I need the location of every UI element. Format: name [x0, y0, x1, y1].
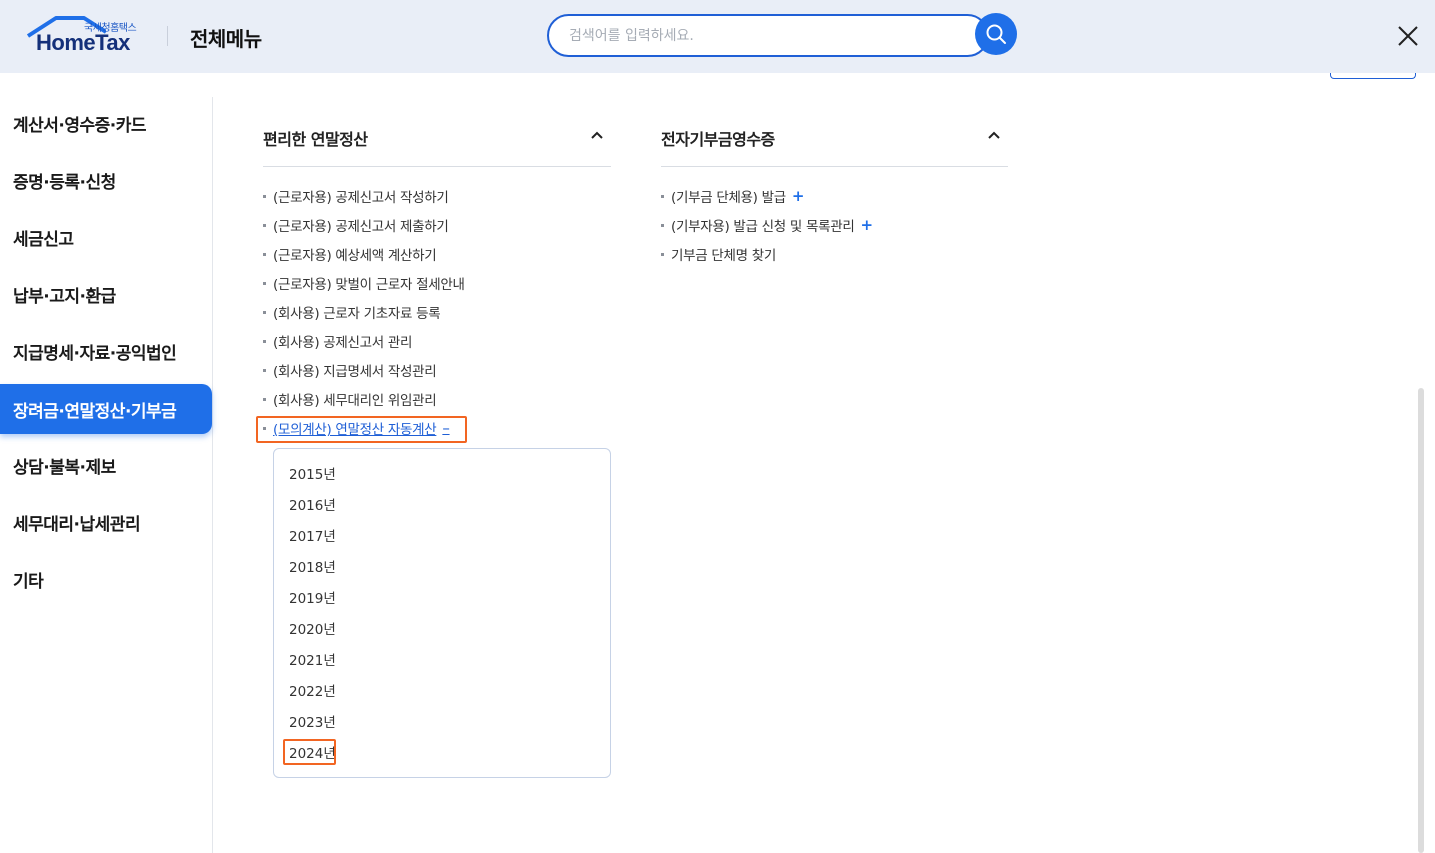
bullet — [661, 252, 664, 256]
menu-item-label: (기부금 단체용) 발급 — [671, 190, 786, 206]
search-input[interactable] — [569, 27, 967, 44]
highlight-box-year — [283, 739, 336, 765]
menu-item-label: (근로자용) 맞벌이 근로자 절세안내 — [273, 277, 465, 293]
menu-item[interactable]: 기부금 단체명 찾기 — [661, 244, 776, 264]
bullet — [263, 368, 266, 372]
year-item[interactable]: 2017년 — [289, 525, 336, 545]
menu-item-label: (모의계산) 연말정산 자동계산 — [273, 422, 437, 438]
bullet — [263, 194, 266, 198]
sidebar-item-tax-return[interactable]: 세금신고 — [0, 212, 212, 262]
search-button[interactable] — [975, 13, 1017, 55]
collapse-toggle[interactable]: – — [442, 419, 450, 437]
menu-item-label: (근로자용) 공제신고서 제출하기 — [273, 219, 449, 235]
sidebar-item-invoice[interactable]: 계산서·영수증·카드 — [0, 98, 212, 148]
page-title: 전체메뉴 — [190, 27, 262, 51]
menu-item[interactable]: (근로자용) 맞벌이 근로자 절세안내 — [263, 273, 465, 293]
section-divider — [263, 166, 611, 167]
year-item[interactable]: 2018년 — [289, 556, 336, 576]
menu-item[interactable]: (기부자용) 발급 신청 및 목록관리 + — [661, 215, 873, 235]
partial-button-edge — [1330, 73, 1416, 79]
year-item[interactable]: 2023년 — [289, 711, 336, 731]
sidebar-item-incentive[interactable]: 장려금·연말정산·기부금 — [0, 384, 212, 434]
menu-item-label: (회사용) 세무대리인 위임관리 — [273, 393, 437, 409]
expand-toggle[interactable]: + — [860, 216, 873, 234]
menu-item[interactable]: (근로자용) 공제신고서 제출하기 — [263, 215, 449, 235]
menu-item-mock-calculation[interactable]: (모의계산) 연말정산 자동계산 – — [263, 418, 450, 438]
bullet — [263, 252, 266, 256]
chevron-up-icon[interactable] — [987, 130, 1001, 140]
bullet — [263, 426, 266, 430]
close-button[interactable] — [1396, 24, 1420, 48]
menu-item[interactable]: (근로자용) 공제신고서 작성하기 — [263, 186, 449, 206]
bullet — [661, 194, 664, 198]
menu-item-label: (기부자용) 발급 신청 및 목록관리 — [671, 219, 855, 235]
section-title-donation: 전자기부금영수증 — [661, 130, 775, 149]
bullet — [263, 310, 266, 314]
scrollbar-thumb[interactable] — [1418, 388, 1424, 853]
bullet — [263, 397, 266, 401]
header: 국세청홈택스 HomeTax 전체메뉴 — [0, 0, 1435, 73]
logo-brand: HomeTax — [36, 30, 130, 55]
menu-item[interactable]: (회사용) 근로자 기초자료 등록 — [263, 302, 441, 322]
menu-item[interactable]: (기부금 단체용) 발급 + — [661, 186, 804, 206]
sidebar-item-payment[interactable]: 납부·고지·환급 — [0, 269, 212, 319]
year-item[interactable]: 2020년 — [289, 618, 336, 638]
year-item[interactable]: 2021년 — [289, 649, 336, 669]
sidebar-item-statement[interactable]: 지급명세·자료·공익법인 — [0, 326, 212, 376]
menu-item-label: 기부금 단체명 찾기 — [671, 248, 776, 264]
menu-item[interactable]: (회사용) 세무대리인 위임관리 — [263, 389, 437, 409]
menu-item-label: (회사용) 지급명세서 작성관리 — [273, 364, 437, 380]
page: 국세청홈택스 HomeTax 전체메뉴 계산서·영수증·카드 증명·등록·신청 … — [0, 0, 1435, 853]
section-divider — [661, 166, 1008, 167]
year-item[interactable]: 2019년 — [289, 587, 336, 607]
bullet — [661, 223, 664, 227]
sidebar: 계산서·영수증·카드 증명·등록·신청 세금신고 납부·고지·환급 지급명세·자… — [0, 97, 213, 853]
expand-toggle[interactable]: + — [792, 187, 805, 205]
bullet — [263, 281, 266, 285]
close-icon — [1398, 26, 1418, 46]
bullet — [263, 339, 266, 343]
year-item[interactable]: 2022년 — [289, 680, 336, 700]
menu-item-label: (근로자용) 공제신고서 작성하기 — [273, 190, 449, 206]
header-divider — [167, 26, 168, 46]
year-item[interactable]: 2015년 — [289, 463, 336, 483]
menu-item-label: (회사용) 공제신고서 관리 — [273, 335, 413, 351]
year-submenu: 2015년 2016년 2017년 2018년 2019년 2020년 2021… — [273, 448, 611, 778]
search-icon — [986, 24, 1006, 44]
menu-item[interactable]: (회사용) 공제신고서 관리 — [263, 331, 412, 351]
menu-item-label: (근로자용) 예상세액 계산하기 — [273, 248, 437, 264]
sidebar-item-etc[interactable]: 기타 — [0, 554, 212, 604]
sidebar-item-consult[interactable]: 상담·불복·제보 — [0, 440, 212, 490]
menu-item[interactable]: (근로자용) 예상세액 계산하기 — [263, 244, 437, 264]
menu-item-label: (회사용) 근로자 기초자료 등록 — [273, 306, 441, 322]
section-title-year-end: 편리한 연말정산 — [263, 130, 368, 149]
menu-item[interactable]: (회사용) 지급명세서 작성관리 — [263, 360, 437, 380]
hometax-logo[interactable]: 국세청홈택스 HomeTax — [26, 16, 148, 56]
bullet — [263, 223, 266, 227]
search-box — [547, 14, 989, 57]
sidebar-item-certificate[interactable]: 증명·등록·신청 — [0, 155, 212, 205]
sidebar-item-agent[interactable]: 세무대리·납세관리 — [0, 497, 212, 547]
year-item[interactable]: 2016년 — [289, 494, 336, 514]
chevron-up-icon[interactable] — [590, 130, 604, 140]
